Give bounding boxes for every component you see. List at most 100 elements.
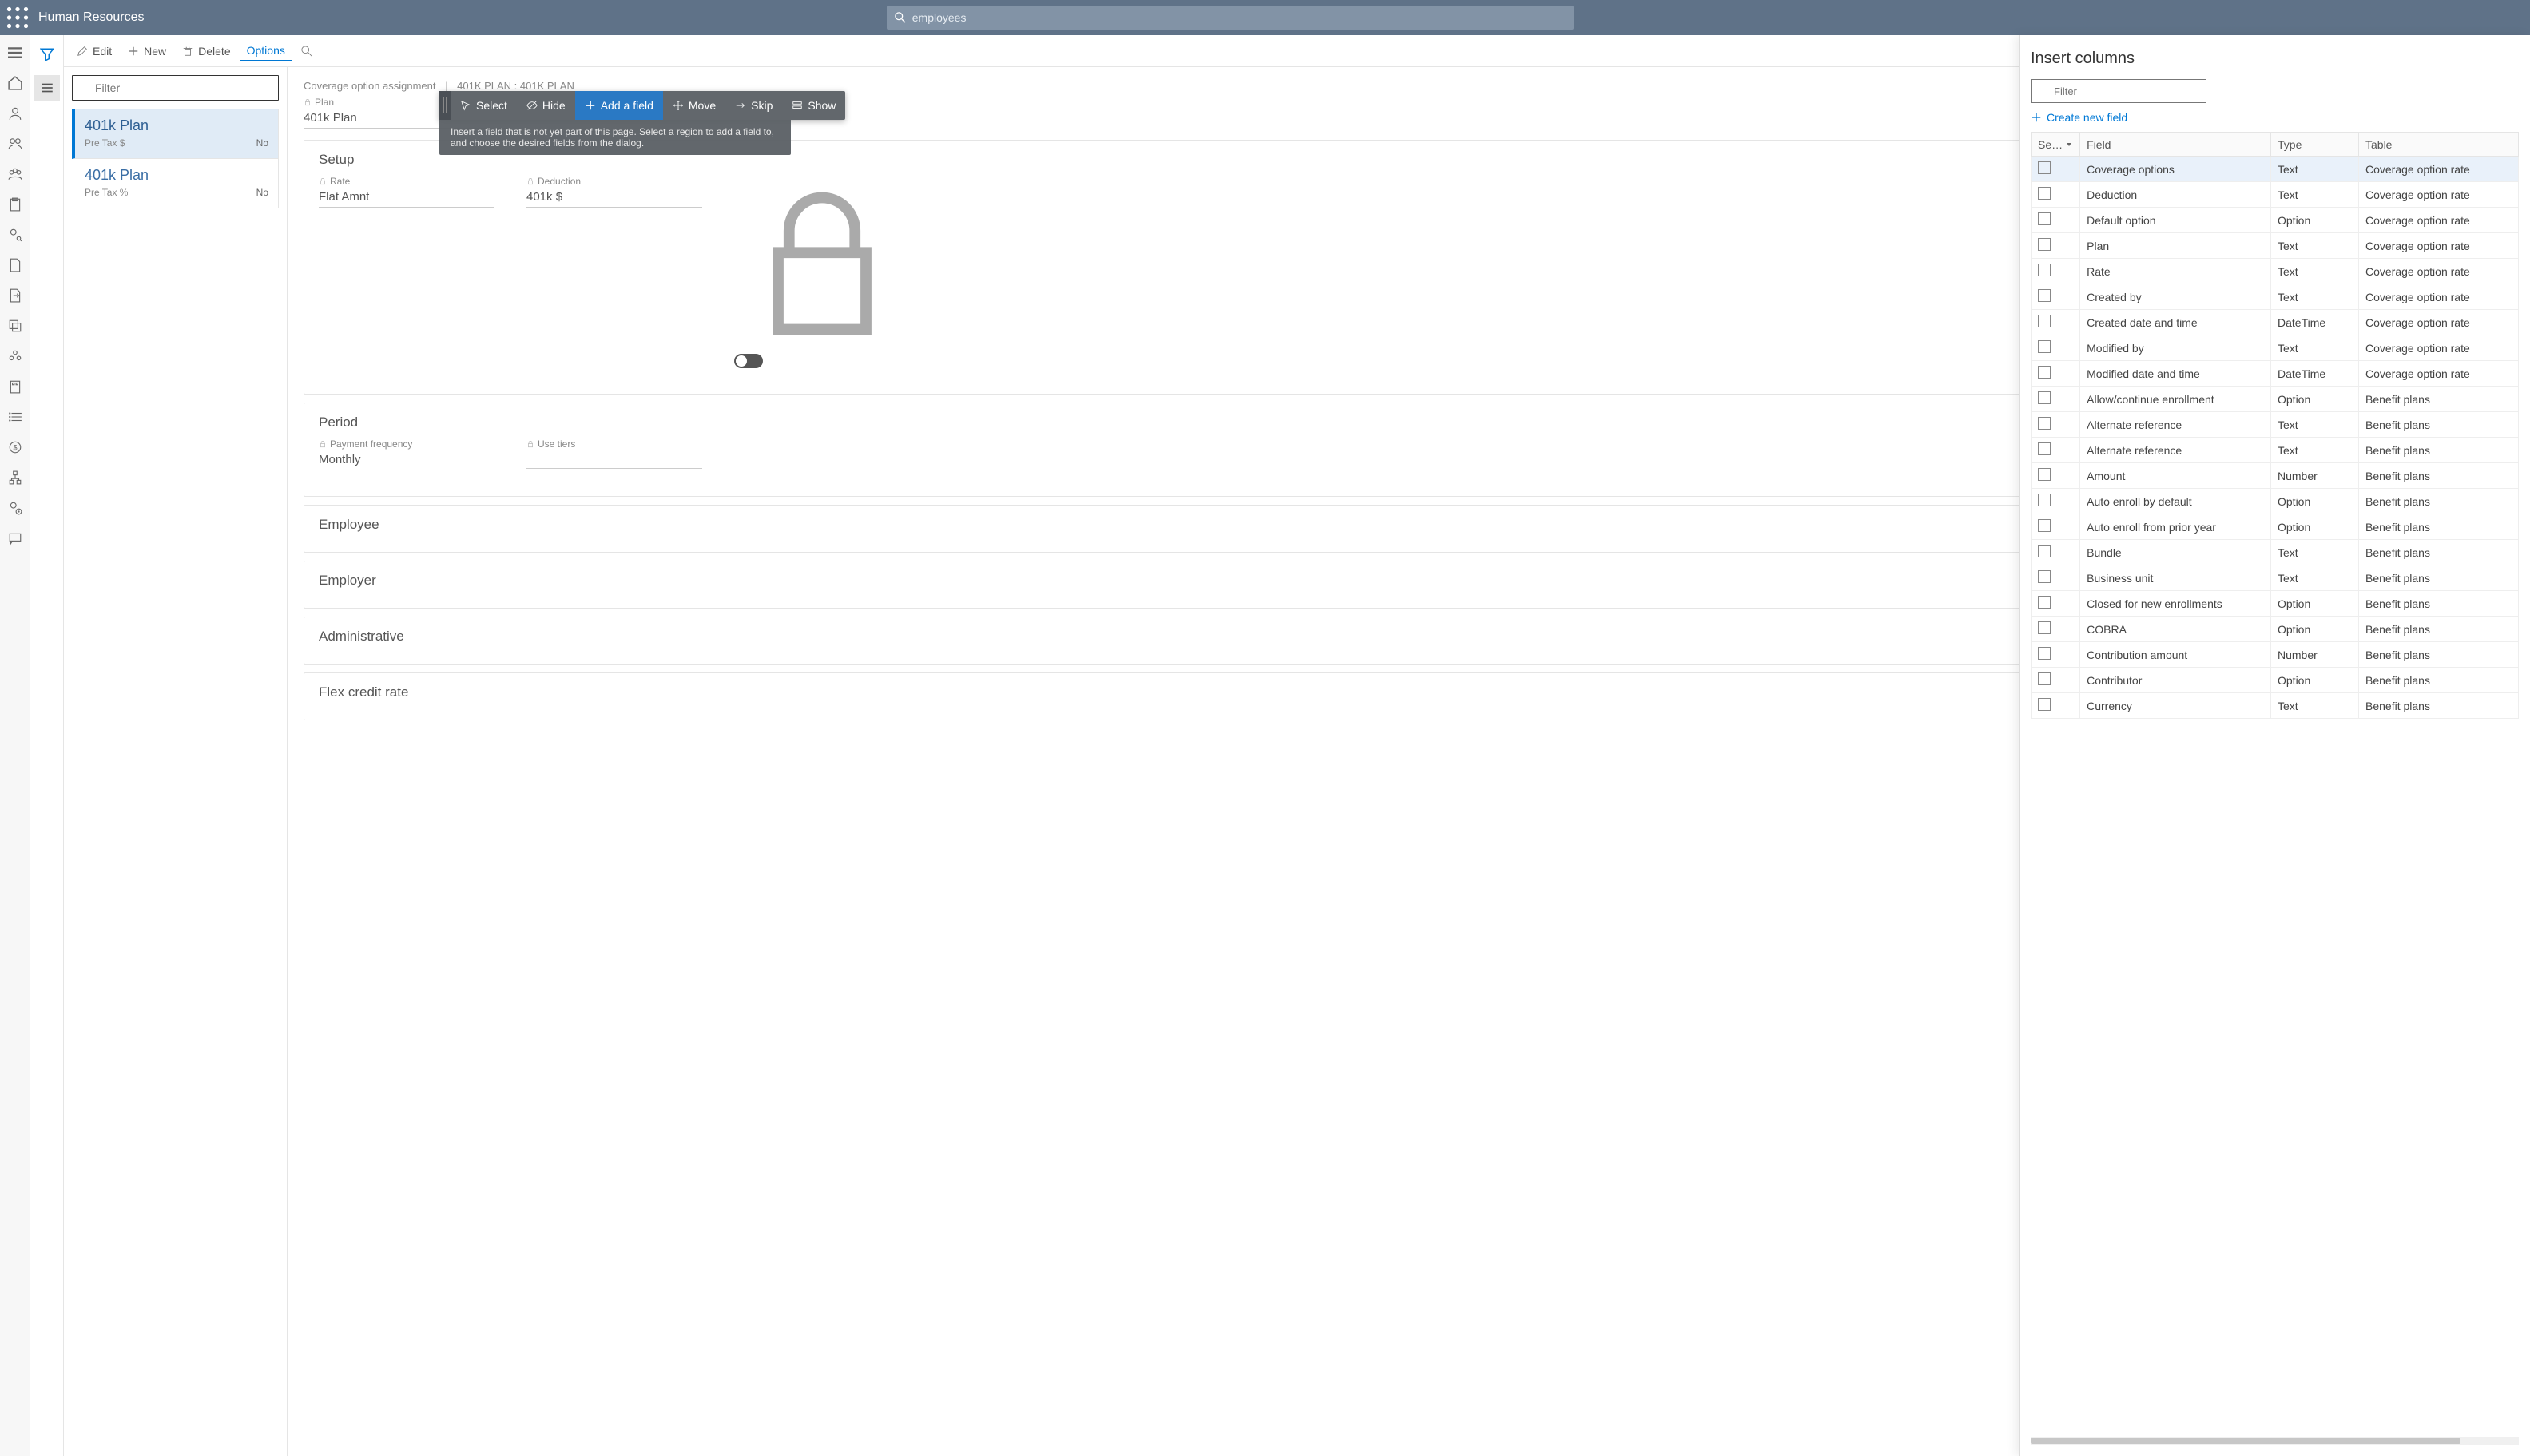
options-button[interactable]: Options	[240, 41, 292, 61]
toolbar-search-button[interactable]	[295, 42, 319, 60]
table-row[interactable]: Allow/continue enrollmentOptionBenefit p…	[2032, 387, 2519, 412]
table-row[interactable]: CurrencyTextBenefit plans	[2032, 693, 2519, 719]
table-row[interactable]: Alternate referenceTextBenefit plans	[2032, 412, 2519, 438]
row-table: Coverage option rate	[2359, 259, 2519, 284]
filter-icon[interactable]	[34, 42, 60, 67]
waffle-icon[interactable]	[6, 6, 29, 29]
add-field-button[interactable]: Add a field	[575, 91, 663, 120]
breadcrumb-right: 401K PLAN : 401K PLAN	[457, 80, 574, 92]
person-search-icon[interactable]	[7, 227, 23, 243]
horizontal-scrollbar[interactable]	[2031, 1437, 2519, 1445]
row-checkbox[interactable]	[2038, 647, 2051, 660]
edit-button[interactable]: Edit	[70, 42, 118, 61]
money-icon[interactable]: $	[7, 439, 23, 455]
hide-button[interactable]: Hide	[517, 91, 575, 120]
plan-card[interactable]: 401k PlanPre Tax $No	[72, 109, 279, 159]
col-header-type[interactable]: Type	[2271, 133, 2359, 157]
plan-card[interactable]: 401k PlanPre Tax %No	[72, 159, 279, 208]
table-row[interactable]: Created date and timeDateTimeCoverage op…	[2032, 310, 2519, 335]
row-checkbox[interactable]	[2038, 596, 2051, 609]
row-checkbox[interactable]	[2038, 698, 2051, 711]
row-checkbox[interactable]	[2038, 570, 2051, 583]
table-row[interactable]: Coverage optionsTextCoverage option rate	[2032, 157, 2519, 182]
show-button[interactable]: Show	[782, 91, 845, 120]
delete-button[interactable]: Delete	[176, 42, 236, 61]
table-row[interactable]: ContributorOptionBenefit plans	[2032, 668, 2519, 693]
select-button[interactable]: Select	[451, 91, 517, 120]
row-field: Rate	[2080, 259, 2271, 284]
tiers-value	[526, 450, 702, 469]
clipboard-icon[interactable]	[7, 196, 23, 212]
row-checkbox[interactable]	[2038, 212, 2051, 225]
table-row[interactable]: Default optionOptionCoverage option rate	[2032, 208, 2519, 233]
menu-icon[interactable]	[7, 45, 23, 61]
table-row[interactable]: Auto enroll from prior yearOptionBenefit…	[2032, 514, 2519, 540]
global-search[interactable]: employees	[887, 6, 1574, 30]
row-type: DateTime	[2271, 361, 2359, 387]
home-icon[interactable]	[7, 75, 23, 91]
table-row[interactable]: Alternate referenceTextBenefit plans	[2032, 438, 2519, 463]
row-checkbox[interactable]	[2038, 519, 2051, 532]
row-checkbox[interactable]	[2038, 417, 2051, 430]
move-button[interactable]: Move	[663, 91, 725, 120]
row-checkbox[interactable]	[2038, 264, 2051, 276]
team-icon[interactable]	[7, 348, 23, 364]
row-checkbox[interactable]	[2038, 238, 2051, 251]
row-checkbox[interactable]	[2038, 468, 2051, 481]
row-checkbox[interactable]	[2038, 621, 2051, 634]
drag-handle-icon[interactable]	[439, 91, 451, 120]
panel-filter-input[interactable]	[2031, 79, 2206, 103]
table-row[interactable]: Modified byTextCoverage option rate	[2032, 335, 2519, 361]
row-checkbox[interactable]	[2038, 442, 2051, 455]
row-checkbox[interactable]	[2038, 187, 2051, 200]
table-row[interactable]: BundleTextBenefit plans	[2032, 540, 2519, 565]
building-icon[interactable]	[7, 379, 23, 395]
table-row[interactable]: Auto enroll by defaultOptionBenefit plan…	[2032, 489, 2519, 514]
create-new-field-link[interactable]: Create new field	[2031, 111, 2519, 124]
person-gear-icon[interactable]	[7, 500, 23, 516]
person-icon[interactable]	[7, 105, 23, 121]
document-out-icon[interactable]	[7, 288, 23, 303]
table-row[interactable]: PlanTextCoverage option rate	[2032, 233, 2519, 259]
col-header-table[interactable]: Table	[2359, 133, 2519, 157]
list-icon[interactable]	[7, 409, 23, 425]
row-checkbox[interactable]	[2038, 161, 2051, 174]
app-title: Human Resources	[38, 10, 145, 25]
table-row[interactable]: Modified date and timeDateTimeCoverage o…	[2032, 361, 2519, 387]
row-checkbox[interactable]	[2038, 391, 2051, 404]
table-row[interactable]: DeductionTextCoverage option rate	[2032, 182, 2519, 208]
plan-card-right: No	[256, 137, 268, 149]
table-row[interactable]: Business unitTextBenefit plans	[2032, 565, 2519, 591]
row-checkbox[interactable]	[2038, 289, 2051, 302]
table-row[interactable]: AmountNumberBenefit plans	[2032, 463, 2519, 489]
feedback-icon[interactable]	[7, 530, 23, 546]
table-row[interactable]: Closed for new enrollmentsOptionBenefit …	[2032, 591, 2519, 617]
row-checkbox[interactable]	[2038, 366, 2051, 379]
copy-icon[interactable]	[7, 318, 23, 334]
row-table: Benefit plans	[2359, 668, 2519, 693]
row-checkbox[interactable]	[2038, 545, 2051, 557]
org-icon[interactable]	[7, 470, 23, 486]
group-icon[interactable]	[7, 166, 23, 182]
list-filter-input[interactable]	[72, 75, 279, 101]
personalization-toolbar[interactable]: Select Hide Add a field Move Skip Show	[439, 91, 845, 120]
table-row[interactable]: Contribution amountNumberBenefit plans	[2032, 642, 2519, 668]
skip-button[interactable]: Skip	[725, 91, 782, 120]
row-table: Coverage option rate	[2359, 335, 2519, 361]
col-header-select[interactable]: Se…	[2032, 133, 2080, 157]
row-field: Created date and time	[2080, 310, 2271, 335]
document-icon[interactable]	[7, 257, 23, 273]
row-checkbox[interactable]	[2038, 315, 2051, 327]
setup-toggle[interactable]	[734, 354, 763, 368]
table-row[interactable]: Created byTextCoverage option rate	[2032, 284, 2519, 310]
row-checkbox[interactable]	[2038, 494, 2051, 506]
row-checkbox[interactable]	[2038, 672, 2051, 685]
table-row[interactable]: COBRAOptionBenefit plans	[2032, 617, 2519, 642]
col-header-field[interactable]: Field	[2080, 133, 2271, 157]
table-row[interactable]: RateTextCoverage option rate	[2032, 259, 2519, 284]
list-view-icon[interactable]	[34, 75, 60, 101]
new-button[interactable]: New	[121, 42, 173, 61]
people-icon[interactable]	[7, 136, 23, 152]
row-table: Benefit plans	[2359, 438, 2519, 463]
row-checkbox[interactable]	[2038, 340, 2051, 353]
